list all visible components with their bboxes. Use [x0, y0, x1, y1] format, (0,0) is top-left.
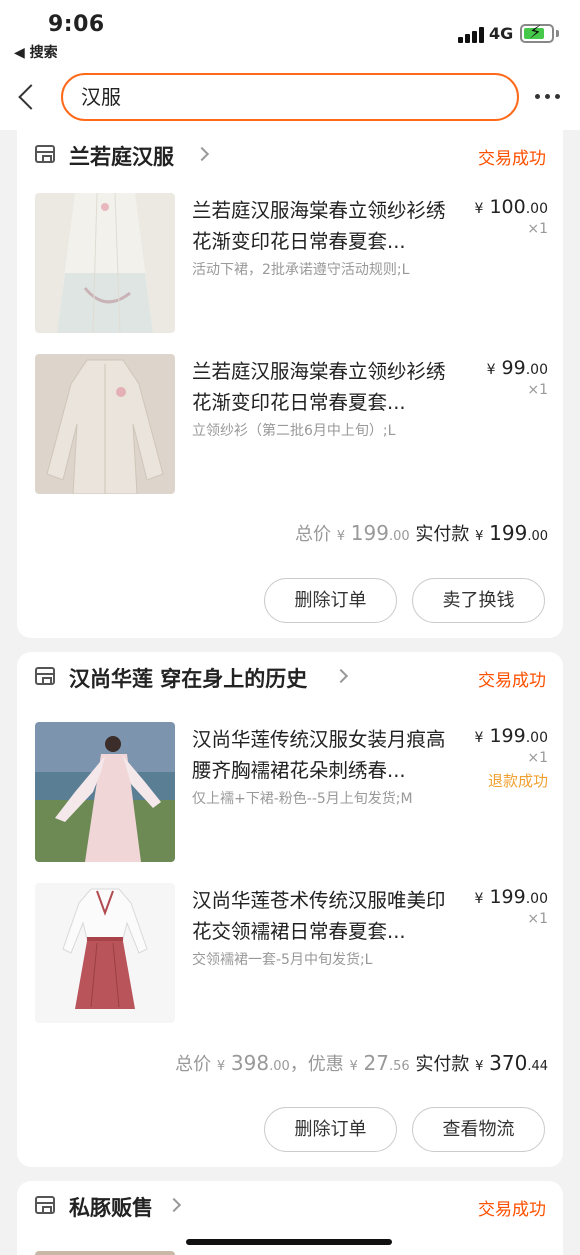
product-title: 兰若庭汉服海棠春立领纱衫绣花渐变印花日常春夏套... [192, 199, 446, 253]
shop-name: 兰若庭汉服 [69, 145, 174, 169]
order-item[interactable]: 兰若庭汉服海棠春立领纱衫绣花渐变印花日常春夏套... 活动下裙，2批承诺遵守活动… [17, 193, 563, 333]
order-status: 交易成功 [478, 671, 546, 691]
more-options-button[interactable] [535, 86, 565, 106]
shop-header[interactable]: 兰若庭汉服 交易成功 [17, 130, 563, 182]
product-image[interactable] [35, 722, 175, 862]
shop-header[interactable]: 私豚贩售 交易成功 [17, 1181, 563, 1233]
product-quantity: ×1 [527, 911, 548, 927]
order-item[interactable]: 兰若庭汉服海棠春立领纱衫绣花渐变印花日常春夏套... 立领纱衫（第二批6月中上旬… [17, 354, 563, 494]
shop-name: 私豚贩售 [69, 1196, 153, 1220]
shop-icon [35, 145, 55, 163]
order-card: 兰若庭汉服 交易成功 兰若庭汉服海棠春立领纱衫绣花渐变印花日常春夏套... 活动… [17, 130, 563, 638]
product-title: 汉尚华莲传统汉服女装月痕高腰齐胸襦裙花朵刺绣春... [192, 728, 446, 782]
order-status: 交易成功 [478, 149, 546, 169]
resell-button[interactable]: 卖了换钱 [412, 578, 545, 623]
product-price: ¥ 199.00 [474, 725, 549, 747]
signal-icon [458, 27, 484, 43]
product-quantity: ×1 [527, 221, 548, 237]
product-title: 汉尚华莲苍术传统汉服唯美印花交领襦裙日常春夏套... [192, 889, 446, 943]
delete-order-button[interactable]: 删除订单 [264, 1107, 397, 1152]
chevron-right-icon [194, 146, 210, 162]
shop-name: 汉尚华莲 穿在身上的历史 [69, 667, 308, 691]
shop-header[interactable]: 汉尚华莲 穿在身上的历史 交易成功 [17, 652, 563, 704]
chevron-right-icon [333, 668, 349, 684]
delete-order-button[interactable]: 删除订单 [264, 578, 397, 623]
search-input[interactable]: 汉服 [61, 73, 519, 121]
back-to-search-app[interactable]: ◀ 搜索 [14, 42, 58, 62]
charging-icon: ⚡ [529, 22, 542, 43]
order-total: 总价 ¥ 199.00 实付款 ¥ 199.00 [295, 521, 548, 545]
product-sku: 活动下裙，2批承诺遵守活动规则;L [192, 262, 410, 278]
product-price: ¥ 99.00 [486, 357, 548, 379]
status-bar: 9:06 ◀ 搜索 4G ⚡ [0, 0, 580, 64]
nav-bar: 汉服 [0, 64, 580, 130]
product-image[interactable] [35, 1251, 175, 1255]
product-title: 兰若庭汉服海棠春立领纱衫绣花渐变印花日常春夏套... [192, 360, 446, 414]
home-indicator[interactable] [186, 1239, 392, 1245]
product-sku: 交领襦裙一套-5月中旬发货;L [192, 952, 373, 968]
order-card: 汉尚华莲 穿在身上的历史 交易成功 汉尚华莲传统汉服女装月痕高腰齐胸襦裙花朵刺绣… [17, 652, 563, 1167]
product-price: ¥ 100.00 [474, 196, 549, 218]
order-item[interactable]: 汉尚华莲苍术传统汉服唯美印花交领襦裙日常春夏套... 交领襦裙一套-5月中旬发货… [17, 883, 563, 1023]
order-status: 交易成功 [478, 1200, 546, 1220]
product-image[interactable] [35, 354, 175, 494]
product-image[interactable] [35, 193, 175, 333]
track-logistics-button[interactable]: 查看物流 [412, 1107, 545, 1152]
shop-icon [35, 667, 55, 685]
clock: 9:06 [48, 12, 105, 37]
product-sku: 立领纱衫（第二批6月中上旬）;L [192, 423, 396, 439]
order-total: 总价 ¥ 398.00，优惠 ¥ 27.56 实付款 ¥ 370.44 [175, 1051, 548, 1075]
product-quantity: ×1 [527, 382, 548, 398]
refund-status: 退款成功 [487, 772, 548, 790]
product-quantity: ×1 [527, 750, 548, 766]
back-button[interactable] [14, 80, 42, 114]
order-item[interactable]: 汉尚华莲传统汉服女装月痕高腰齐胸襦裙花朵刺绣春... 仅上襦+下裙-粉色--5月… [17, 722, 563, 862]
product-image[interactable] [35, 883, 175, 1023]
chevron-right-icon [166, 1197, 182, 1213]
product-price: ¥ 199.00 [474, 886, 549, 908]
shop-icon [35, 1196, 55, 1214]
network-type: 4G [489, 24, 514, 43]
product-sku: 仅上襦+下裙-粉色--5月上旬发货;M [192, 791, 413, 807]
